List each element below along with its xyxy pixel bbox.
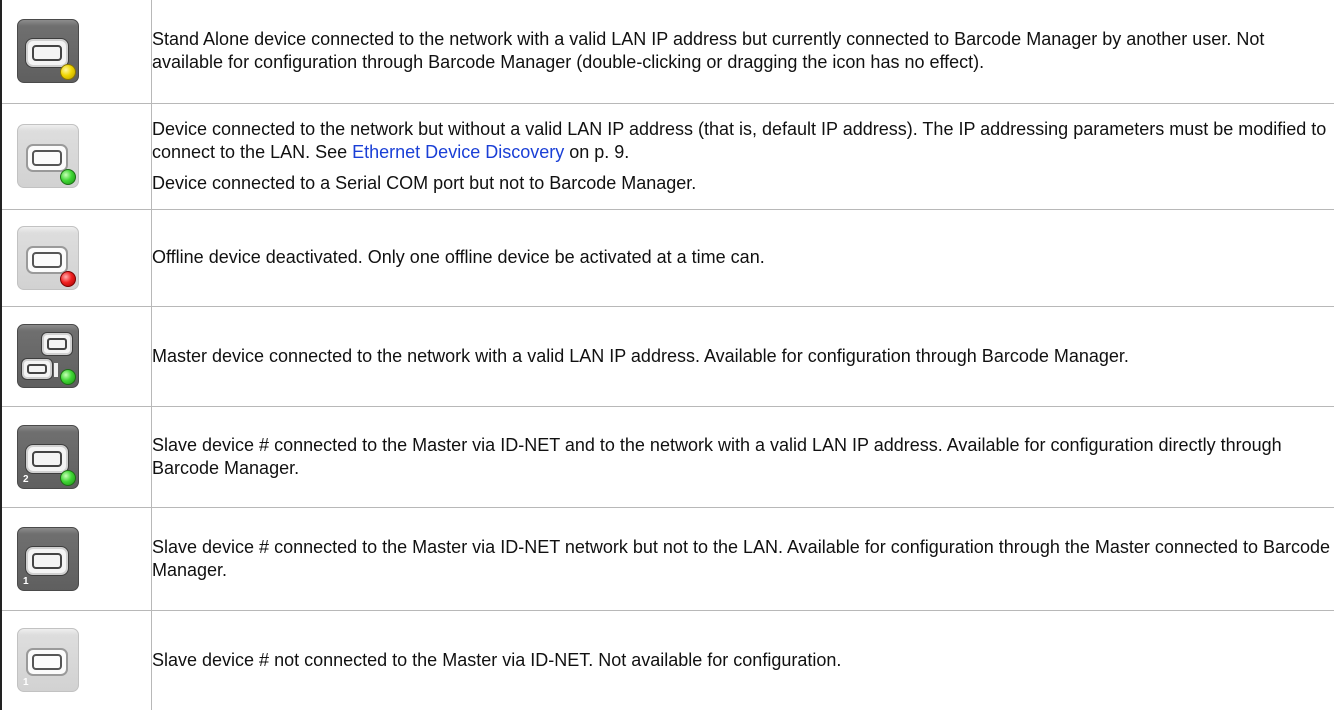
device-body (26, 648, 68, 677)
description-cell: Offline device deactivated. Only one off… (151, 209, 1334, 307)
green-status-dot-icon (60, 469, 76, 486)
description-cell: Master device connected to the network w… (151, 306, 1334, 407)
icon-cell (2, 209, 152, 307)
description-text: Slave device # not connected to the Mast… (152, 649, 842, 670)
table-row: 1 Slave device # connected to the Master… (2, 507, 1334, 611)
device-body-back (42, 333, 72, 355)
icon-cell (2, 103, 152, 210)
description-cell: Slave device # not connected to the Mast… (152, 610, 1334, 710)
device-body (26, 144, 68, 172)
slave-device-lan-icon: 2 (17, 424, 79, 489)
description-text: Slave device # connected to the Master v… (152, 536, 1331, 580)
description-cell: Slave device # connected to the Master v… (151, 507, 1334, 611)
description-cell: Stand Alone device connected to the netw… (151, 0, 1334, 104)
table-row: Master device connected to the network w… (2, 306, 1334, 407)
offline-device-deactivated-icon (17, 225, 79, 290)
slave-device-disconnected-icon: 1 (17, 628, 79, 693)
device-body-front (22, 359, 52, 379)
device-no-valid-ip-icon (17, 124, 79, 188)
description-text: Offline device deactivated. Only one off… (152, 247, 765, 267)
device-number: 1 (23, 677, 29, 689)
icon-cell: 2 (2, 406, 152, 508)
table-row: Offline device deactivated. Only one off… (2, 209, 1334, 307)
icon-cell: 1 (2, 610, 152, 710)
description-cell: Device connected to the network but with… (151, 103, 1334, 210)
description-text: Stand Alone device connected to the netw… (152, 29, 1265, 73)
icon-cell (2, 0, 152, 104)
description-text-part: on p. 9. (564, 141, 630, 162)
standalone-device-busy-icon (17, 19, 79, 84)
device-body (26, 546, 68, 575)
icon-cell: 1 (2, 507, 152, 611)
ethernet-device-discovery-link[interactable]: Ethernet Device Discovery (352, 142, 564, 162)
description-text: Device connected to a Serial COM port bu… (152, 172, 697, 193)
green-status-dot-icon (60, 369, 76, 385)
description-text: Master device connected to the network w… (152, 345, 1129, 366)
device-status-table: Stand Alone device connected to the netw… (2, 0, 1334, 710)
description-text-part: Device connected to the network but with… (152, 118, 1327, 162)
table-row: Device connected to the network but with… (2, 103, 1334, 210)
green-status-dot-icon (60, 169, 76, 185)
description-cell: Slave device # connected to the Master v… (151, 406, 1334, 508)
description-text: Slave device # connected to the Master v… (152, 434, 1282, 478)
device-body (26, 245, 68, 274)
device-number: 1 (23, 575, 29, 587)
yellow-status-dot-icon (60, 64, 76, 81)
device-body (26, 39, 68, 68)
master-device-icon (17, 324, 79, 388)
link-bar (54, 363, 58, 377)
device-number: 2 (23, 473, 29, 485)
table-row: 2 Slave device # connected to the Master… (2, 406, 1334, 508)
table-row: 1 Slave device # not connected to the Ma… (2, 610, 1334, 710)
icon-cell (2, 306, 152, 407)
slave-device-idnet-icon: 1 (17, 526, 79, 591)
red-status-dot-icon (60, 270, 76, 287)
description-text: Device connected to the network but with… (152, 118, 1334, 164)
device-body (26, 444, 68, 473)
table-row: Stand Alone device connected to the netw… (2, 0, 1334, 104)
